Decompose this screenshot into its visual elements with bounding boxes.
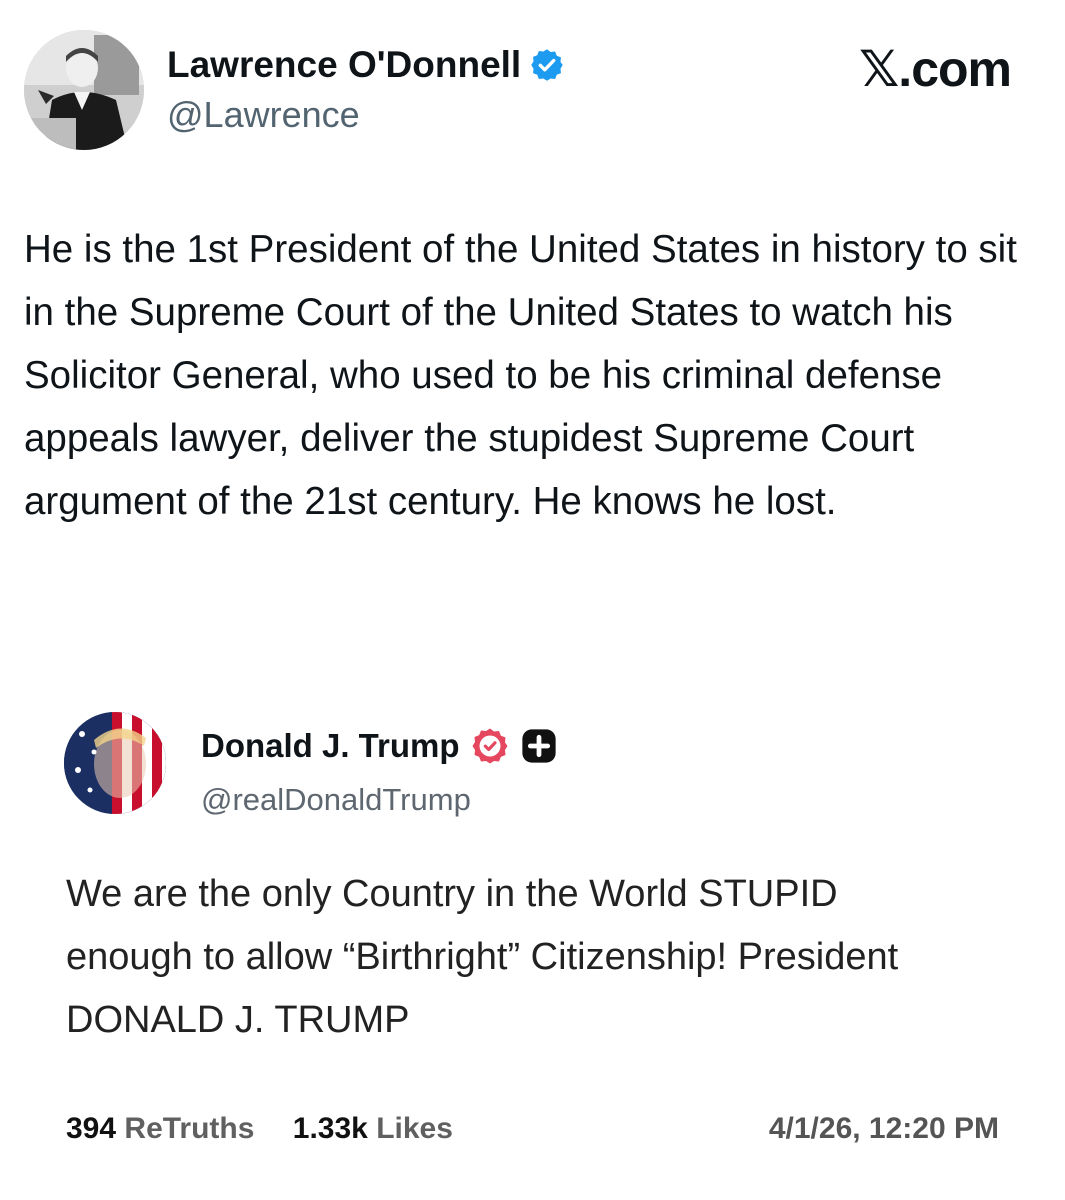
- quoted-author-avatar[interactable]: [64, 712, 166, 814]
- post-text: He is the 1st President of the United St…: [24, 228, 1017, 523]
- author-handle[interactable]: @Lawrence: [167, 94, 360, 136]
- quoted-author-photo: [64, 712, 166, 814]
- author-name[interactable]: Lawrence O'Donnell: [167, 44, 521, 86]
- author-avatar[interactable]: [24, 30, 144, 150]
- post-timestamp[interactable]: 4/1/26, 12:20 PM: [769, 1112, 999, 1146]
- author-name-row: Lawrence O'Donnell: [167, 44, 565, 86]
- quoted-author-name-row: Donald J. Trump: [201, 726, 558, 766]
- likes-label: Likes: [376, 1112, 453, 1145]
- plus-badge-icon: [520, 727, 558, 765]
- quoted-author-handle[interactable]: @realDonaldTrump: [201, 782, 471, 818]
- likes-count: 1.33k: [292, 1112, 368, 1145]
- x-brand-label: 𝕏.com: [859, 41, 1012, 97]
- engagement-stats: 394 ReTruths 1.33k Likes: [66, 1112, 483, 1146]
- quoted-post-text: We are the only Country in the World STU…: [66, 873, 899, 1041]
- verified-badge-icon: [529, 47, 565, 83]
- truth-verified-icon: [470, 726, 510, 766]
- quoted-author-name[interactable]: Donald J. Trump: [201, 727, 460, 765]
- retruths-count: 394: [66, 1112, 117, 1145]
- retruths-stat[interactable]: 394 ReTruths: [66, 1112, 263, 1145]
- likes-stat[interactable]: 1.33k Likes: [293, 1112, 453, 1145]
- retruths-label: ReTruths: [124, 1112, 255, 1145]
- author-photo: [24, 30, 144, 150]
